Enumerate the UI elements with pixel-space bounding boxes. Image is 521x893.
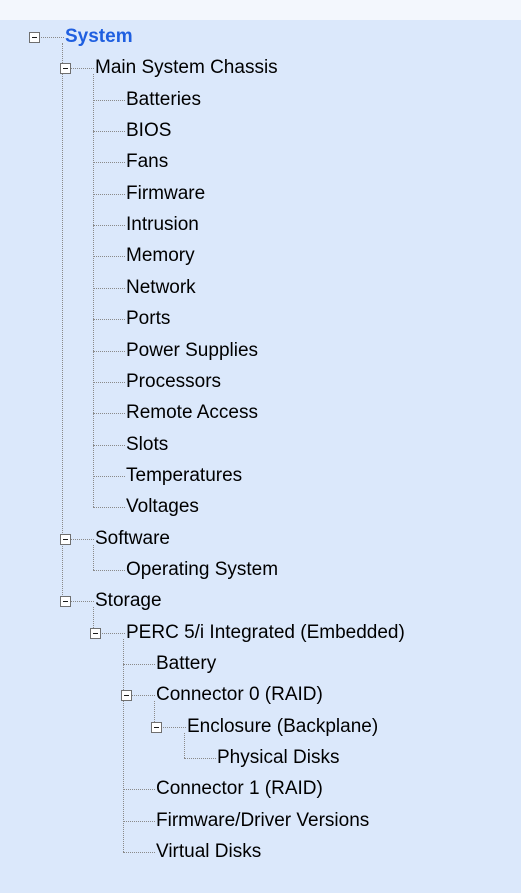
collapse-toggle-icon[interactable] [60,63,71,74]
tree-connector-horizontal [93,225,125,226]
tree-connector-horizontal [93,131,125,132]
tree-node-remote-access[interactable]: Remote Access [126,402,258,424]
tree-connector-horizontal [184,758,216,759]
tree-node-battery[interactable]: Battery [156,653,216,675]
tree-connector-horizontal [93,476,125,477]
tree-node-firmware-driver-versions[interactable]: Firmware/Driver Versions [156,810,369,832]
tree-top-strip [0,0,521,20]
tree-connector-horizontal [123,852,155,853]
tree-node-virtual-disks[interactable]: Virtual Disks [156,841,261,863]
tree-connector-horizontal [93,100,125,101]
collapse-toggle-icon[interactable] [121,690,132,701]
tree-node-connector-1-raid[interactable]: Connector 1 (RAID) [156,778,323,800]
tree-connector-vertical [93,545,94,570]
tree-connector-horizontal [93,162,125,163]
tree-node-slots[interactable]: Slots [126,434,168,456]
tree-node-batteries[interactable]: Batteries [126,89,201,111]
tree-node-network[interactable]: Network [126,277,196,299]
tree-node-voltages[interactable]: Voltages [126,496,199,518]
tree-node-firmware[interactable]: Firmware [126,183,205,205]
tree-node-software[interactable]: Software [95,528,170,550]
tree-node-bios[interactable]: BIOS [126,120,171,142]
tree-connector-horizontal [71,68,94,69]
tree-connector-horizontal [93,194,125,195]
system-tree-view: System Main System Chassis Batteries BIOS Fa… [0,0,521,893]
tree-connector-horizontal [123,664,155,665]
tree-connector-vertical [93,74,94,507]
tree-connector-horizontal [71,601,94,602]
tree-node-connector-0-raid[interactable]: Connector 0 (RAID) [156,684,323,706]
tree-node-perc-5-i-integrated-embedded[interactable]: PERC 5/i Integrated (Embedded) [126,622,405,644]
tree-node-intrusion[interactable]: Intrusion [126,214,199,236]
tree-connector-horizontal [93,445,125,446]
tree-connector-vertical [62,43,63,601]
tree-connector-horizontal [93,382,125,383]
tree-connector-horizontal [93,413,125,414]
tree-connector-horizontal [93,570,125,571]
collapse-toggle-icon[interactable] [90,628,101,639]
tree-node-fans[interactable]: Fans [126,151,168,173]
tree-node-system[interactable]: System [65,26,133,48]
tree-connector-horizontal [123,821,155,822]
tree-node-temperatures[interactable]: Temperatures [126,465,242,487]
tree-node-storage[interactable]: Storage [95,590,162,612]
collapse-toggle-icon[interactable] [29,32,40,43]
tree-connector-horizontal [41,37,64,38]
tree-node-power-supplies[interactable]: Power Supplies [126,340,258,362]
tree-connector-horizontal [93,256,125,257]
tree-connector-horizontal [93,319,125,320]
tree-node-enclosure-backplane[interactable]: Enclosure (Backplane) [187,716,378,738]
tree-connector-horizontal [71,539,94,540]
collapse-toggle-icon[interactable] [60,534,71,545]
tree-node-processors[interactable]: Processors [126,371,221,393]
tree-connector-horizontal [132,695,155,696]
collapse-toggle-icon[interactable] [60,596,71,607]
tree-node-ports[interactable]: Ports [126,308,170,330]
tree-node-physical-disks[interactable]: Physical Disks [217,747,339,769]
tree-connector-horizontal [102,633,125,634]
tree-connector-horizontal [93,351,125,352]
tree-connector-horizontal [93,288,125,289]
tree-connector-horizontal [93,507,125,508]
tree-node-memory[interactable]: Memory [126,245,195,267]
tree-connector-horizontal [123,789,155,790]
tree-node-operating-system[interactable]: Operating System [126,559,278,581]
collapse-toggle-icon[interactable] [151,722,162,733]
tree-connector-vertical [184,733,185,758]
tree-node-main-system-chassis[interactable]: Main System Chassis [95,57,278,79]
tree-connector-horizontal [163,727,186,728]
